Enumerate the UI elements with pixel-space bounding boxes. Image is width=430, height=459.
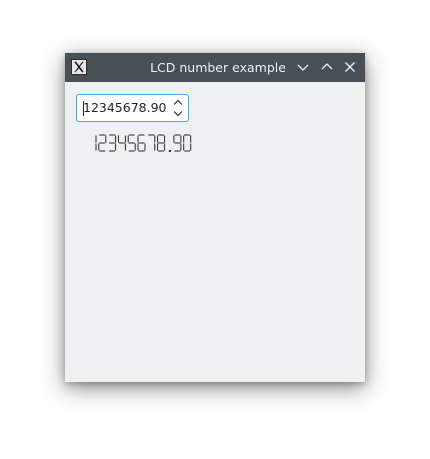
close-icon [345,62,355,72]
close-button[interactable] [342,59,358,75]
spinbox-value[interactable]: 12345678.90 [83,95,167,121]
lcd-digit-8 [157,134,166,152]
lcd-digit-9 [173,134,182,152]
lcd-digit-2 [98,134,107,152]
spin-up-button[interactable] [172,97,184,108]
text-cursor [83,101,84,116]
lcd-digit-5 [127,134,136,152]
chevron-down-icon [173,111,183,117]
chevron-up-icon [321,63,333,70]
main-window: LCD number example 12345678.90 [65,53,365,382]
chevron-down-icon [297,64,309,71]
lcd-digit-4 [117,135,126,151]
title-bar[interactable]: LCD number example [65,53,365,82]
maximize-button[interactable] [319,59,335,75]
lcd-digit-6 [137,134,146,152]
lcd-digit-3 [109,134,117,152]
chevron-up-icon [173,99,183,105]
lcd-digits [95,134,192,152]
lcd-decimal-point [168,150,171,152]
number-spinbox[interactable]: 12345678.90 [76,94,189,122]
spin-down-button[interactable] [172,108,184,119]
lcd-digit-7 [148,134,156,151]
minimize-button[interactable] [295,59,311,75]
lcd-number-display [87,132,192,156]
lcd-digit-0 [183,134,192,152]
